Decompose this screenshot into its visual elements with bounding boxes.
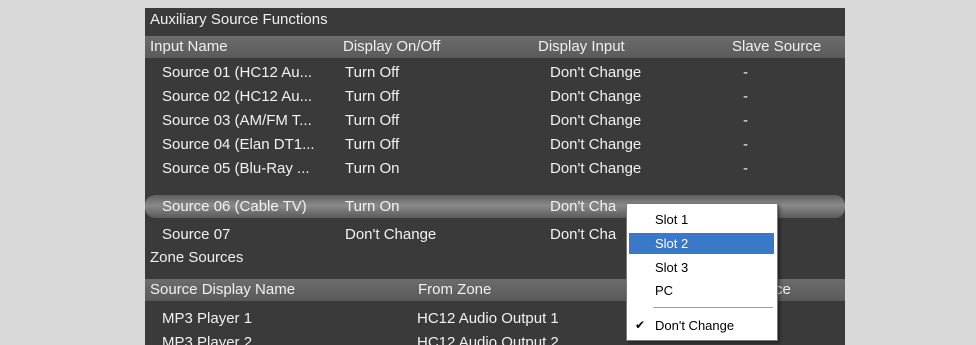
display-input-cell[interactable]: Don't Change — [550, 85, 641, 108]
aux-row[interactable]: Source 05 (Blu-Ray ... Turn On Don't Cha… — [145, 157, 845, 180]
slave-source-cell[interactable]: - — [743, 85, 748, 108]
menu-item-slot-1[interactable]: Slot 1 — [629, 209, 774, 230]
input-name-cell: Source 01 (HC12 Au... — [162, 64, 313, 81]
aux-row[interactable]: Source 04 (Elan DT1... Turn Off Don't Ch… — [145, 133, 845, 156]
aux-section-title: Auxiliary Source Functions — [145, 8, 845, 32]
onoff-cell[interactable]: Turn Off — [345, 85, 399, 108]
aux-row[interactable]: Source 01 (HC12 Au... Turn Off Don't Cha… — [145, 61, 845, 84]
input-name-cell: Source 02 (HC12 Au... — [162, 88, 313, 105]
menu-item-slot-3[interactable]: Slot 3 — [629, 257, 774, 278]
aux-row[interactable]: Source 02 (HC12 Au... Turn Off Don't Cha… — [145, 85, 845, 108]
from-zone-cell[interactable]: HC12 Audio Output 2 — [417, 331, 559, 345]
slave-source-cell[interactable]: - — [743, 61, 748, 84]
col-from-zone[interactable]: From Zone — [418, 279, 491, 301]
input-name-cell: Source 06 (Cable TV) — [162, 198, 307, 215]
input-name-cell: Source 05 (Blu-Ray ... — [162, 160, 310, 177]
onoff-cell[interactable]: Turn Off — [345, 109, 399, 132]
menu-item-dont-change[interactable]: ✔ Don't Change — [629, 315, 774, 336]
slave-source-cell[interactable]: - — [743, 109, 748, 132]
col-source-display-name[interactable]: Source Display Name — [150, 279, 295, 301]
source-display-name-cell: MP3 Player 1 — [162, 310, 253, 327]
checkmark-icon: ✔ — [635, 318, 646, 332]
display-input-cell[interactable]: Don't Change — [550, 109, 641, 132]
col-slave-source[interactable]: Slave Source — [732, 36, 821, 58]
display-input-cell[interactable]: Don't Cha — [550, 223, 616, 246]
input-name-cell: Source 04 (Elan DT1... — [162, 136, 315, 153]
col-input-name[interactable]: Input Name — [150, 36, 228, 58]
onoff-cell[interactable]: Turn On — [345, 195, 399, 218]
from-zone-cell[interactable]: HC12 Audio Output 1 — [417, 307, 559, 330]
onoff-cell[interactable]: Turn Off — [345, 61, 399, 84]
display-input-cell[interactable]: Don't Change — [550, 157, 641, 180]
input-name-cell: Source 03 (AM/FM T... — [162, 112, 312, 129]
menu-item-label: Don't Change — [655, 318, 735, 333]
input-name-cell: Source 07 — [162, 226, 231, 243]
slave-source-cell[interactable]: - — [743, 157, 748, 180]
slave-source-cell[interactable]: - — [743, 133, 748, 156]
display-input-cell[interactable]: Don't Change — [550, 133, 641, 156]
display-input-cell[interactable]: Don't Change — [550, 61, 641, 84]
menu-separator — [653, 307, 773, 308]
menu-item-pc[interactable]: PC — [629, 280, 774, 301]
onoff-cell[interactable]: Don't Change — [345, 223, 436, 246]
col-display-onoff[interactable]: Display On/Off — [343, 36, 440, 58]
display-input-cell[interactable]: Don't Cha — [550, 195, 616, 218]
aux-table-header: Input Name Display On/Off Display Input … — [145, 36, 845, 58]
col-display-input[interactable]: Display Input — [538, 36, 625, 58]
menu-item-slot-2[interactable]: Slot 2 — [629, 233, 774, 254]
onoff-cell[interactable]: Turn On — [345, 157, 399, 180]
onoff-cell[interactable]: Turn Off — [345, 133, 399, 156]
aux-row[interactable]: Source 03 (AM/FM T... Turn Off Don't Cha… — [145, 109, 845, 132]
source-display-name-cell: MP3 Player 2 — [162, 334, 253, 345]
slot-context-menu: Slot 1 Slot 2 Slot 3 PC ✔ Don't Change — [626, 203, 778, 341]
